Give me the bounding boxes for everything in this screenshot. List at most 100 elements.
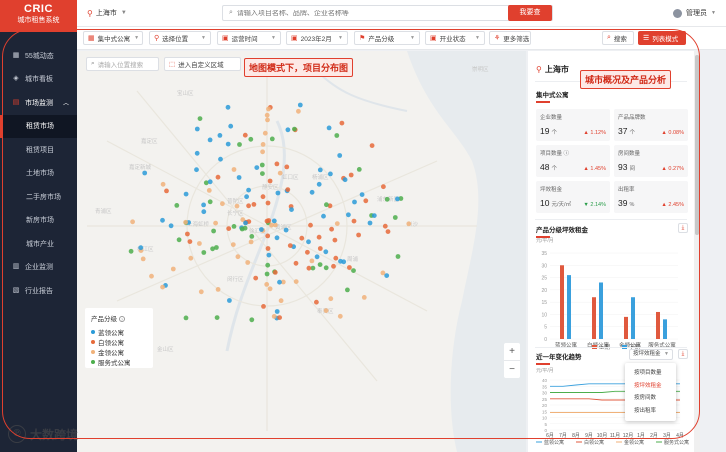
map-project-point[interactable] xyxy=(385,229,391,235)
map-project-point[interactable] xyxy=(160,181,166,187)
map-project-point[interactable] xyxy=(333,255,339,261)
map-project-point[interactable] xyxy=(274,309,280,314)
map-project-point[interactable] xyxy=(231,224,237,229)
filter-operation-time[interactable]: ▣ 运营时间 ▼ xyxy=(217,31,281,45)
map-project-point[interactable] xyxy=(220,201,225,207)
scrollbar-thumb[interactable] xyxy=(695,55,699,235)
map-project-point[interactable] xyxy=(160,217,165,223)
map-project-point[interactable] xyxy=(168,223,174,229)
map-project-point[interactable] xyxy=(253,275,259,281)
map-project-point[interactable] xyxy=(265,246,271,251)
sidebar-item-land-market[interactable]: 土地市场 xyxy=(0,162,77,186)
map-project-point[interactable] xyxy=(248,239,254,245)
map-project-point[interactable] xyxy=(231,167,237,172)
map-project-point[interactable] xyxy=(248,136,254,142)
map-project-point[interactable] xyxy=(356,232,361,238)
sidebar-item-market-monitor[interactable]: ▤ 市场监测 ︿ xyxy=(0,91,77,115)
sidebar-item-new-home-market[interactable]: 新房市场 xyxy=(0,209,77,233)
map-project-point[interactable] xyxy=(246,203,252,209)
global-search-input[interactable] xyxy=(236,9,477,17)
filter-location[interactable]: ⚲ 选择位置 ▼ xyxy=(149,31,211,45)
filter-more[interactable]: ⚘ 更多筛选 xyxy=(489,31,531,45)
map-project-point[interactable] xyxy=(170,266,176,272)
map-project-point[interactable] xyxy=(314,299,319,305)
bar-chart-bar[interactable] xyxy=(567,275,571,339)
map-project-point[interactable] xyxy=(261,304,266,309)
map-project-point[interactable] xyxy=(269,136,275,142)
map-project-point[interactable] xyxy=(260,149,265,155)
map-project-point[interactable] xyxy=(369,143,375,148)
map-project-point[interactable] xyxy=(254,165,260,170)
map-project-point[interactable] xyxy=(265,233,271,239)
map-project-point[interactable] xyxy=(338,258,343,264)
bar-chart-bar[interactable] xyxy=(663,319,667,339)
map-project-point[interactable] xyxy=(323,265,329,271)
map-project-point[interactable] xyxy=(326,125,332,131)
map-project-point[interactable] xyxy=(243,220,248,226)
map-project-point[interactable] xyxy=(188,255,194,261)
map-project-point[interactable] xyxy=(265,200,271,206)
filter-product-grade[interactable]: ⚑ 产品分级 ▼ xyxy=(354,31,420,45)
map-project-point[interactable] xyxy=(289,207,294,213)
map-project-point[interactable] xyxy=(249,234,255,239)
map-project-point[interactable] xyxy=(406,221,412,227)
map-project-point[interactable] xyxy=(309,189,315,195)
map-project-point[interactable] xyxy=(265,117,270,123)
map-project-point[interactable] xyxy=(334,133,340,138)
map-project-point[interactable] xyxy=(274,235,280,241)
map-project-point[interactable] xyxy=(201,250,207,255)
map-project-point[interactable] xyxy=(382,223,388,229)
legend-item[interactable]: 蓝领公寓 xyxy=(91,327,147,337)
map-project-point[interactable] xyxy=(260,142,266,147)
map-project-point[interactable] xyxy=(225,104,231,110)
map-project-point[interactable] xyxy=(277,279,282,285)
map-project-point[interactable] xyxy=(207,199,213,205)
map-project-point[interactable] xyxy=(259,162,265,168)
filter-search-button[interactable]: ⌕ 搜索 xyxy=(602,31,634,45)
map-project-point[interactable] xyxy=(267,178,273,184)
map-project-point[interactable] xyxy=(308,222,313,228)
map-project-point[interactable] xyxy=(285,187,291,193)
map-project-point[interactable] xyxy=(309,258,315,264)
map-project-point[interactable] xyxy=(206,188,212,193)
project-map[interactable]: 宝山区嘉定区青浦区松江区闵行区浦东新区静安区徐汇区长宁区普陀区杨浦区虹口区奉贤区… xyxy=(77,51,526,452)
map-project-point[interactable] xyxy=(201,209,207,215)
map-project-point[interactable] xyxy=(234,203,240,209)
dropdown-option-selected[interactable]: 按坪效租金 xyxy=(625,380,676,393)
map-project-point[interactable] xyxy=(269,222,274,228)
info-icon[interactable]: ⓘ xyxy=(564,151,570,157)
filter-month[interactable]: ▣ 2023年2月 ▼ xyxy=(286,31,348,45)
map-project-point[interactable] xyxy=(287,243,293,249)
filter-apartment-type[interactable]: ▦ 集中式公寓 ▼ xyxy=(83,31,143,45)
map-project-point[interactable] xyxy=(351,268,356,273)
map-project-point[interactable] xyxy=(236,175,242,180)
map-project-point[interactable] xyxy=(323,308,329,313)
zoom-in-button[interactable]: + xyxy=(504,343,520,360)
map-project-point[interactable] xyxy=(262,130,268,136)
sidebar-item-resale-market[interactable]: 二手房市场 xyxy=(0,185,77,209)
sidebar-item-city-industry[interactable]: 城市产业 xyxy=(0,232,77,256)
legend-item[interactable]: 金领公寓 xyxy=(91,347,147,357)
map-project-point[interactable] xyxy=(260,171,265,176)
map-project-point[interactable] xyxy=(285,127,291,133)
map-project-point[interactable] xyxy=(317,262,323,267)
sidebar-item-enterprise-monitor[interactable]: ▥ 企业监测 xyxy=(0,256,77,280)
map-project-point[interactable] xyxy=(352,199,357,205)
map-project-point[interactable] xyxy=(328,171,333,177)
map-project-point[interactable] xyxy=(128,248,134,254)
map-project-point[interactable] xyxy=(260,194,266,200)
sidebar-item-55-cities[interactable]: ▦ 55城动态 xyxy=(0,44,77,68)
custom-area-button[interactable]: ⬚ 进入自定义区域 xyxy=(164,57,241,71)
map-project-point[interactable] xyxy=(183,191,189,197)
map-project-point[interactable] xyxy=(332,237,338,243)
map-project-point[interactable] xyxy=(348,172,354,178)
map-project-point[interactable] xyxy=(194,126,200,132)
map-project-point[interactable] xyxy=(381,184,386,190)
map-project-point[interactable] xyxy=(201,202,206,208)
map-project-point[interactable] xyxy=(259,227,264,232)
sidebar-item-rental-projects[interactable]: 租赁项目 xyxy=(0,138,77,162)
map-project-point[interactable] xyxy=(277,315,282,320)
map-project-point[interactable] xyxy=(214,315,220,320)
map-project-point[interactable] xyxy=(251,202,257,207)
map-project-point[interactable] xyxy=(283,227,289,233)
